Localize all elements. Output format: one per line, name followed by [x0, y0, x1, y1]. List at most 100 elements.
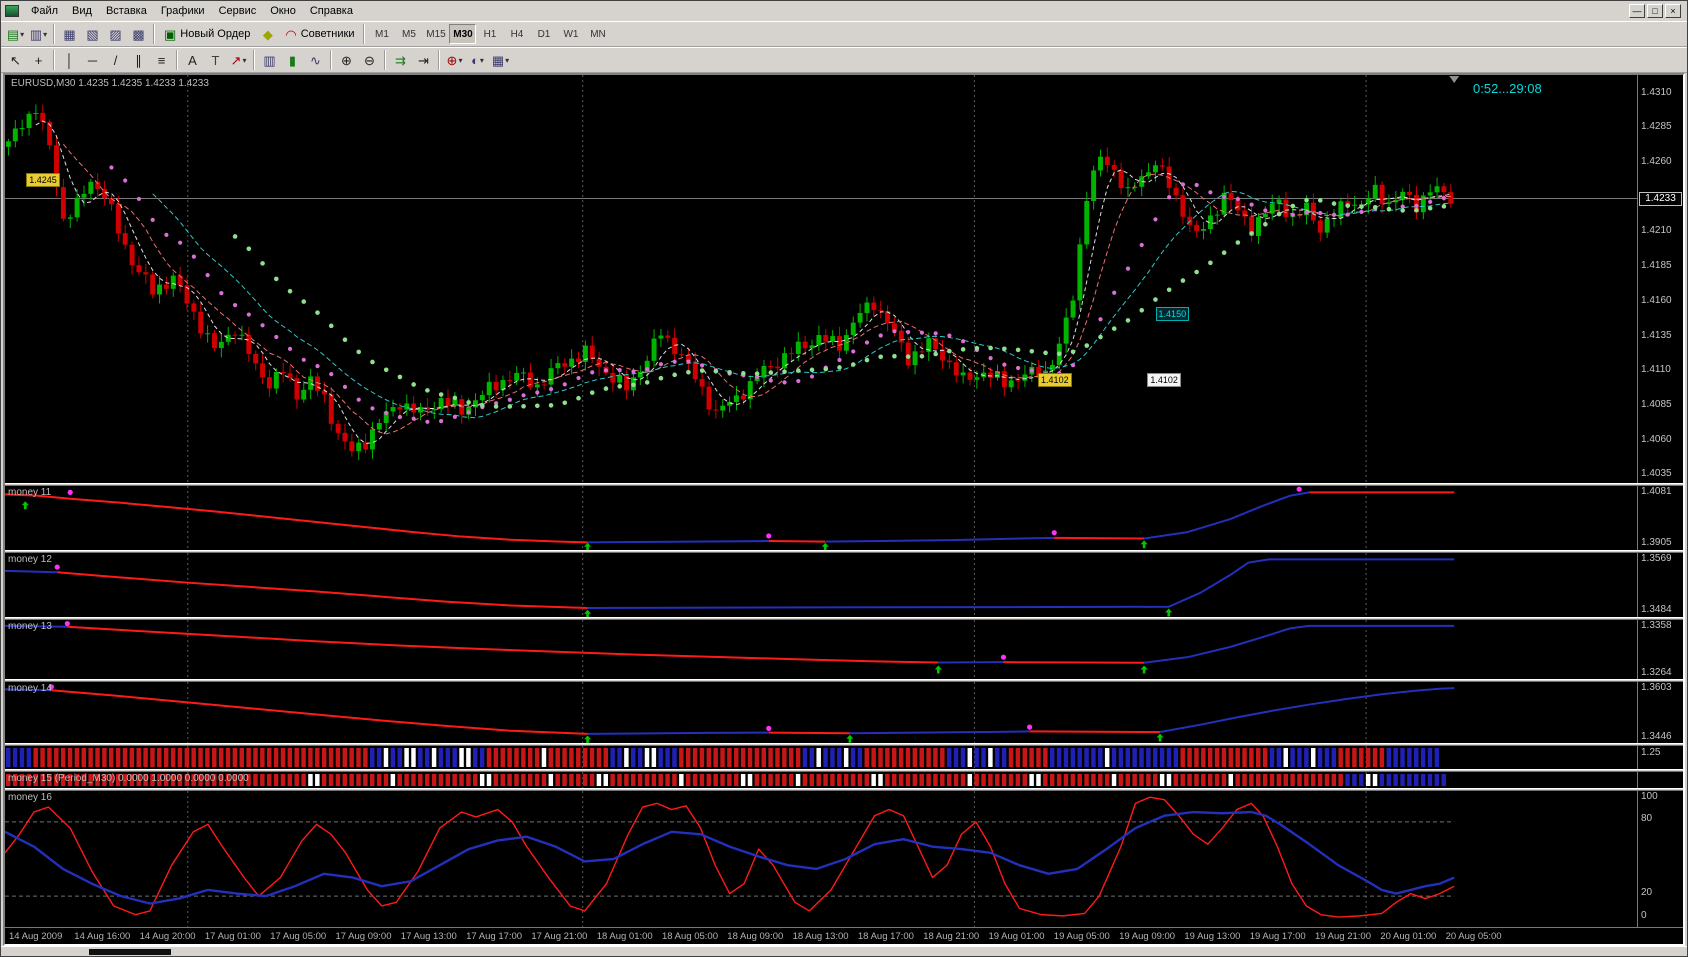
bid-price-tag: 1.4233: [1639, 192, 1682, 206]
scale-label: 1.4035: [1641, 468, 1672, 479]
toolbar-standard-buttons: ▤▾▥▾▦▧▨▩▣Новый Ордер◆◠Советники: [4, 23, 368, 45]
time-label: 18 Aug 01:00: [597, 931, 653, 942]
new-order-button[interactable]: ▣Новый Ордер: [158, 23, 256, 45]
pane-main-plot[interactable]: [5, 75, 1637, 483]
periods-icon: ◐: [471, 54, 479, 67]
terminal-icon: ▩: [132, 28, 144, 41]
pane-money16-plot[interactable]: [5, 791, 1637, 927]
pane-money15a-scale[interactable]: 1.25: [1637, 746, 1683, 769]
time-label: 14 Aug 16:00: [74, 931, 130, 942]
restore-button[interactable]: □: [1647, 4, 1663, 18]
price-tag: 1.4245: [26, 173, 60, 187]
templates-button[interactable]: ▦▾: [489, 49, 512, 71]
bar-chart-button[interactable]: ▥: [258, 49, 281, 71]
pane-money13-scale[interactable]: 1.33581.3264: [1637, 620, 1683, 679]
horizontal-line-icon: ─: [88, 54, 97, 67]
timeframe-m30-button[interactable]: M30: [449, 24, 476, 44]
candlestick-chart-icon: ▮: [289, 54, 296, 67]
periods-button[interactable]: ◐▾: [466, 49, 489, 71]
time-axis[interactable]: 14 Aug 200914 Aug 16:0014 Aug 20:0017 Au…: [5, 927, 1683, 944]
trendline-button[interactable]: /: [104, 49, 127, 71]
horizontal-line-button[interactable]: ─: [81, 49, 104, 71]
new-chart-button[interactable]: ▤▾: [4, 23, 27, 45]
scale-label: 1.4060: [1641, 434, 1672, 445]
menu-file[interactable]: Файл: [24, 3, 65, 19]
pane-money15b-scale[interactable]: [1637, 772, 1683, 788]
timeframe-w1-button[interactable]: W1: [557, 24, 584, 44]
market-watch-button[interactable]: ▦: [58, 23, 81, 45]
new-chart-dropdown-icon: ▾: [20, 30, 24, 39]
arrows-dropdown-icon: ▾: [242, 56, 246, 65]
vertical-line-icon: │: [65, 54, 73, 67]
timeframe-group: M1M5M15M30H1H4D1W1MN: [368, 24, 611, 44]
cursor-button[interactable]: ↖: [4, 49, 27, 71]
profiles-icon: ▥: [30, 28, 42, 41]
timeframe-mn-button[interactable]: MN: [584, 24, 611, 44]
timeframe-h4-button[interactable]: H4: [503, 24, 530, 44]
time-label: 17 Aug 21:00: [531, 931, 587, 942]
fibonacci-retracement-icon: ≡: [158, 54, 166, 67]
pane-money16-scale[interactable]: 10080200: [1637, 791, 1683, 927]
pane-money14: 1.36031.3446money 14: [5, 682, 1683, 743]
menu-view[interactable]: Вид: [65, 3, 99, 19]
terminal-window: Файл Вид Вставка Графики Сервис Окно Спр…: [0, 0, 1688, 957]
scale-label: 1.3484: [1641, 604, 1672, 615]
scrollbar-thumb[interactable]: [89, 949, 171, 955]
timeframe-d1-button[interactable]: D1: [530, 24, 557, 44]
data-window-button[interactable]: ▧: [81, 23, 104, 45]
pane-money16-title: money 16: [8, 792, 52, 803]
crosshair-button[interactable]: +: [27, 49, 50, 71]
timeframe-m5-button[interactable]: M5: [395, 24, 422, 44]
pane-money14-scale[interactable]: 1.36031.3446: [1637, 682, 1683, 743]
equidistant-channel-button[interactable]: ∥: [127, 49, 150, 71]
text-label-button[interactable]: T: [204, 49, 227, 71]
menu-window[interactable]: Окно: [263, 3, 303, 19]
timeframe-h1-button[interactable]: H1: [476, 24, 503, 44]
pane-money13-plot[interactable]: [5, 620, 1637, 679]
scale-label: 1.3905: [1641, 537, 1672, 548]
zoom-in-button[interactable]: ⊕: [335, 49, 358, 71]
close-button[interactable]: ×: [1665, 4, 1681, 18]
text-button[interactable]: A: [181, 49, 204, 71]
time-label: 19 Aug 17:00: [1250, 931, 1306, 942]
menu-help[interactable]: Справка: [303, 3, 360, 19]
text-label-icon: T: [212, 54, 220, 67]
pane-money14-plot[interactable]: [5, 682, 1637, 743]
pane-money11-scale[interactable]: 1.40811.3905: [1637, 486, 1683, 550]
timeframe-m1-button[interactable]: M1: [368, 24, 395, 44]
scale-label: 1.3446: [1641, 731, 1672, 742]
menu-charts[interactable]: Графики: [154, 3, 212, 19]
minimize-button[interactable]: —: [1629, 4, 1645, 18]
metaeditor-button[interactable]: ◆: [256, 23, 279, 45]
candlestick-chart-button[interactable]: ▮: [281, 49, 304, 71]
menu-insert[interactable]: Вставка: [99, 3, 154, 19]
navigator-button[interactable]: ▨: [104, 23, 127, 45]
pane-money12-scale[interactable]: 1.35691.3484: [1637, 553, 1683, 617]
indicators-button[interactable]: ⊕▾: [443, 49, 466, 71]
vertical-line-button[interactable]: │: [58, 49, 81, 71]
menu-tools[interactable]: Сервис: [212, 3, 264, 19]
pane-money15a-plot[interactable]: [5, 746, 1637, 769]
expert-advisors-button[interactable]: ◠Советники: [279, 23, 360, 45]
fibonacci-retracement-button[interactable]: ≡: [150, 49, 173, 71]
pane-money15b-plot[interactable]: [5, 772, 1637, 788]
pane-money12-plot[interactable]: [5, 553, 1637, 617]
time-label: 20 Aug 01:00: [1380, 931, 1436, 942]
price-tag: 1.4102: [1147, 373, 1181, 387]
chart-shift-button[interactable]: ⇥: [412, 49, 435, 71]
new-order-icon: ▣: [164, 28, 176, 41]
profiles-button[interactable]: ▥▾: [27, 23, 50, 45]
profiles-dropdown-icon: ▾: [43, 30, 47, 39]
auto-scroll-icon: ⇉: [395, 54, 406, 67]
menu-bar: Файл Вид Вставка Графики Сервис Окно Спр…: [1, 1, 1687, 21]
pane-main-scale[interactable]: 1.43101.42851.42601.42351.42101.41851.41…: [1637, 75, 1683, 483]
auto-scroll-button[interactable]: ⇉: [389, 49, 412, 71]
line-chart-button[interactable]: ∿: [304, 49, 327, 71]
timeframe-m15-button[interactable]: M15: [422, 24, 449, 44]
scale-label: 1.25: [1641, 747, 1660, 758]
arrows-button[interactable]: ↗▾: [227, 49, 250, 71]
terminal-button[interactable]: ▩: [127, 23, 150, 45]
pane-money12: 1.35691.3484money 12: [5, 553, 1683, 617]
pane-money11-plot[interactable]: [5, 486, 1637, 550]
zoom-out-button[interactable]: ⊖: [358, 49, 381, 71]
